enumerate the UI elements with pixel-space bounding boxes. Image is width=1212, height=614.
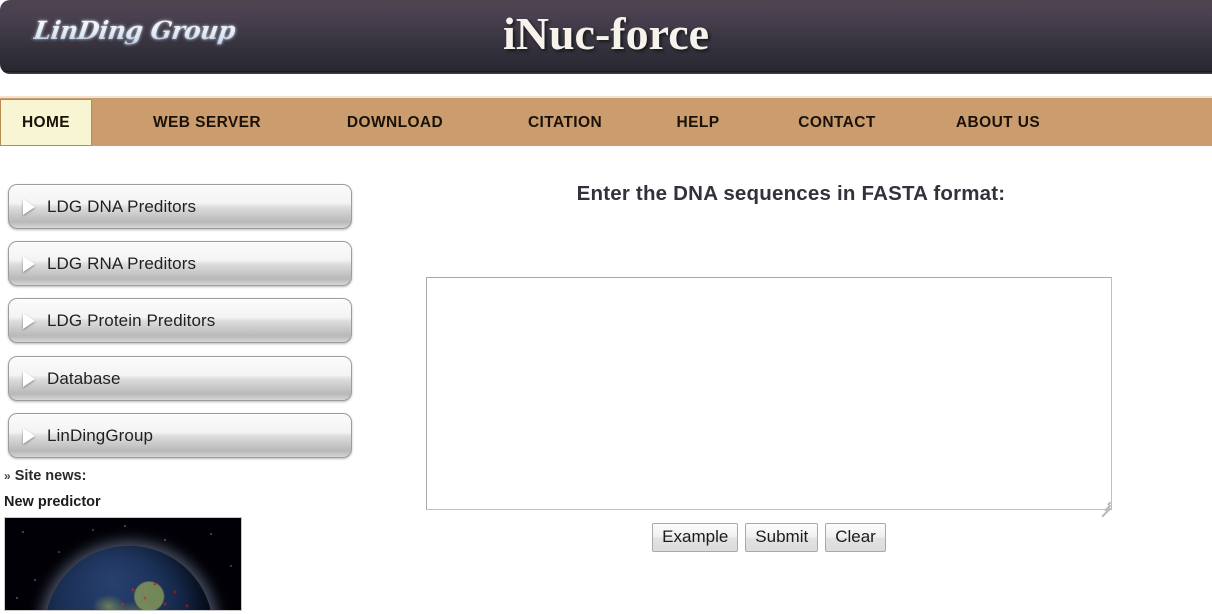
- sidebar-button-label: LDG DNA Preditors: [47, 196, 197, 216]
- sidebar-button-ldg-dna-preditors[interactable]: LDG DNA Preditors: [8, 184, 352, 229]
- sidebar-button-label: LinDingGroup: [47, 425, 154, 445]
- example-button[interactable]: Example: [652, 523, 739, 552]
- sidebar-button-label: Database: [47, 368, 121, 388]
- visitor-globe-map[interactable]: [4, 517, 242, 611]
- nav-item-web-server[interactable]: WEB SERVER: [127, 98, 287, 148]
- page-root: LinDing Group LinDing Group iNuc-force H…: [0, 0, 1212, 614]
- main-content: Enter the DNA sequences in FASTA format:…: [370, 146, 1212, 614]
- submit-button[interactable]: Submit: [745, 523, 819, 552]
- sidebar-button-label: LDG Protein Preditors: [47, 310, 216, 330]
- triangle-right-icon: [23, 427, 35, 444]
- site-news-item[interactable]: New predictor: [4, 494, 101, 510]
- sidebar-button-lindinggroup[interactable]: LinDingGroup: [8, 413, 352, 458]
- sidebar-button-ldg-protein-preditors[interactable]: LDG Protein Preditors: [8, 298, 352, 343]
- page-title: iNuc-force: [502, 8, 710, 59]
- nav-item-contact[interactable]: CONTACT: [781, 98, 893, 148]
- sidebar-button-label: LDG RNA Preditors: [47, 253, 197, 273]
- sequence-input[interactable]: [426, 277, 1112, 510]
- triangle-right-icon: [23, 370, 35, 387]
- site-news-heading: » Site news:: [4, 468, 86, 484]
- triangle-right-icon: [23, 312, 35, 329]
- clear-button[interactable]: Clear: [825, 523, 886, 552]
- nav-item-home[interactable]: HOME: [0, 99, 92, 146]
- nav-item-citation[interactable]: CITATION: [505, 98, 625, 148]
- site-news-label: Site news:: [14, 468, 87, 484]
- triangle-right-icon: [23, 198, 35, 215]
- site-header: LinDing Group LinDing Group iNuc-force: [0, 0, 1212, 74]
- double-chevron-icon: »: [4, 469, 11, 483]
- main-navigation: HOME WEB SERVER DOWNLOAD CITATION HELP CONTAC…: [0, 96, 1212, 146]
- form-heading: Enter the DNA sequences in FASTA format:: [576, 182, 1006, 205]
- visitor-location-dots: [5, 518, 241, 610]
- nav-item-about-us[interactable]: ABOUT US: [938, 98, 1058, 148]
- triangle-right-icon: [23, 255, 35, 272]
- sidebar: LDG DNA Preditors LDG RNA Preditors LDG Pr…: [0, 146, 370, 614]
- nav-item-download[interactable]: DOWNLOAD: [330, 98, 460, 148]
- sidebar-button-ldg-rna-preditors[interactable]: LDG RNA Preditors: [8, 241, 352, 286]
- nav-item-help[interactable]: HELP: [662, 98, 734, 148]
- form-button-row: Example Submit Clear: [426, 523, 1112, 552]
- sidebar-button-database[interactable]: Database: [8, 356, 352, 401]
